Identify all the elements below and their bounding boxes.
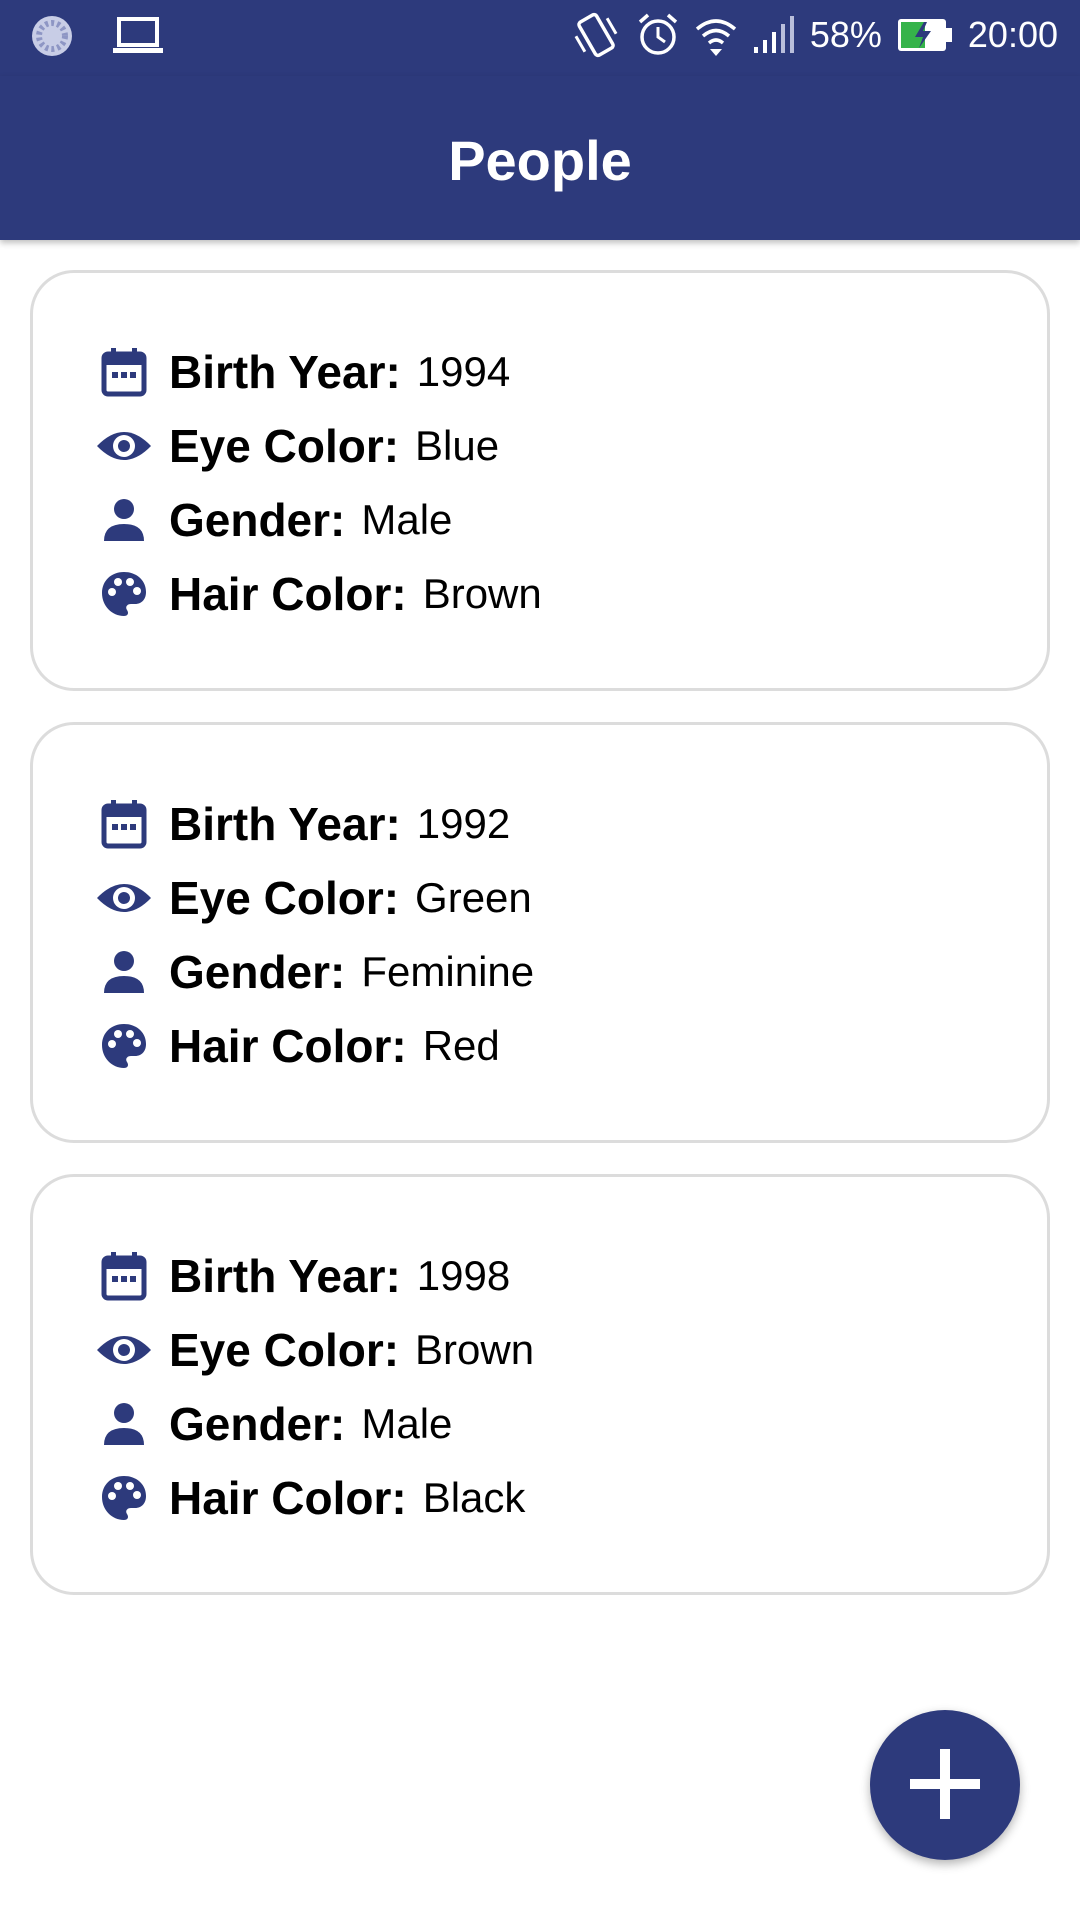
eye-color-value: Green <box>415 874 532 921</box>
eye-color-value: Blue <box>415 422 500 469</box>
app-bar: People <box>0 76 1080 240</box>
eye-color-label: Eye Color: <box>169 1324 400 1376</box>
palette-icon <box>95 1017 153 1075</box>
hair-color-value: Black <box>422 1474 526 1521</box>
gender-row: Gender: Male <box>95 483 1047 557</box>
eye-color-row: Eye Color: Blue <box>95 409 1047 483</box>
wifi-icon <box>694 13 738 57</box>
people-list: Birth Year: 1994 Eye Color: Blue Gender:… <box>30 270 1050 1626</box>
app-indicator-icon <box>30 14 74 58</box>
eye-color-label: Eye Color: <box>169 420 400 472</box>
hair-color-row: Hair Color: Brown <box>95 557 1047 631</box>
palette-icon <box>95 565 153 623</box>
person-icon <box>95 943 153 1001</box>
gender-row: Gender: Feminine <box>95 935 1047 1009</box>
alarm-icon <box>636 12 680 58</box>
gender-label: Gender: <box>169 494 346 546</box>
gender-row: Gender: Male <box>95 1387 1047 1461</box>
eye-icon <box>95 869 153 927</box>
vibrate-icon <box>570 12 622 58</box>
birth-year-row: Birth Year: 1994 <box>95 335 1047 409</box>
birth-year-row: Birth Year: 1998 <box>95 1239 1047 1313</box>
add-person-button[interactable] <box>870 1710 1020 1860</box>
page-title: People <box>448 129 632 192</box>
person-card[interactable]: Birth Year: 1998 Eye Color: Brown Gender… <box>30 1174 1050 1595</box>
eye-icon <box>95 1321 153 1379</box>
eye-color-label: Eye Color: <box>169 872 400 924</box>
signal-icon <box>752 15 796 55</box>
birth-year-label: Birth Year: <box>169 1250 401 1302</box>
eye-color-row: Eye Color: Brown <box>95 1313 1047 1387</box>
gender-label: Gender: <box>169 946 346 998</box>
hair-color-label: Hair Color: <box>169 1020 407 1072</box>
gender-value: Male <box>361 1400 453 1447</box>
clock: 20:00 <box>967 14 1058 55</box>
battery-charging-icon <box>896 16 954 54</box>
birth-year-label: Birth Year: <box>169 346 401 398</box>
calendar-icon <box>95 343 153 401</box>
gender-value: Male <box>361 496 453 543</box>
hair-color-label: Hair Color: <box>169 1472 407 1524</box>
gender-value: Feminine <box>361 948 535 995</box>
status-bar: 58% 20:00 <box>0 0 1080 76</box>
laptop-icon <box>112 16 164 56</box>
eye-icon <box>95 417 153 475</box>
person-card[interactable]: Birth Year: 1994 Eye Color: Blue Gender:… <box>30 270 1050 691</box>
palette-icon <box>95 1469 153 1527</box>
plus-icon <box>908 1747 982 1824</box>
battery-percent: 58% <box>809 14 882 55</box>
eye-color-value: Brown <box>415 1326 535 1373</box>
hair-color-value: Red <box>422 1022 500 1069</box>
calendar-icon <box>95 795 153 853</box>
hair-color-row: Hair Color: Black <box>95 1461 1047 1535</box>
person-card[interactable]: Birth Year: 1992 Eye Color: Green Gender… <box>30 722 1050 1143</box>
hair-color-row: Hair Color: Red <box>95 1009 1047 1083</box>
gender-label: Gender: <box>169 1398 346 1450</box>
birth-year-label: Birth Year: <box>169 798 401 850</box>
birth-year-value: 1994 <box>416 348 511 395</box>
hair-color-label: Hair Color: <box>169 568 407 620</box>
birth-year-value: 1992 <box>416 800 511 847</box>
birth-year-value: 1998 <box>416 1252 511 1299</box>
eye-color-row: Eye Color: Green <box>95 861 1047 935</box>
calendar-icon <box>95 1247 153 1305</box>
birth-year-row: Birth Year: 1992 <box>95 787 1047 861</box>
person-icon <box>95 491 153 549</box>
hair-color-value: Brown <box>422 570 542 617</box>
person-icon <box>95 1395 153 1453</box>
